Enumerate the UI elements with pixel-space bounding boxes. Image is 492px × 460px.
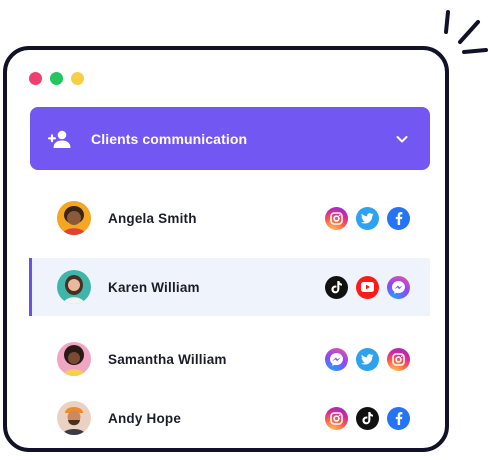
- client-name: Karen William: [108, 279, 200, 295]
- stage: Clients communication Angela Smith Karen…: [0, 0, 492, 460]
- client-name: Angela Smith: [108, 210, 197, 226]
- add-user-icon[interactable]: [48, 129, 72, 149]
- instagram-icon[interactable]: [387, 347, 410, 371]
- social-links: [325, 275, 410, 299]
- close-dot[interactable]: [29, 72, 42, 85]
- chevron-down-icon[interactable]: [394, 131, 410, 147]
- twitter-icon[interactable]: [356, 206, 379, 230]
- client-row-samantha-william[interactable]: Samantha William: [29, 330, 430, 388]
- tiktok-icon[interactable]: [325, 275, 348, 299]
- client-row-andy-hope[interactable]: Andy Hope: [29, 389, 430, 447]
- tiktok-icon[interactable]: [356, 406, 379, 430]
- maximize-dot[interactable]: [71, 72, 84, 85]
- instagram-icon[interactable]: [325, 406, 348, 430]
- clients-dropdown-header[interactable]: Clients communication: [30, 107, 430, 170]
- client-name: Samantha William: [108, 351, 227, 367]
- avatar: [57, 342, 91, 376]
- facebook-icon[interactable]: [387, 206, 410, 230]
- social-links: [325, 206, 410, 230]
- social-links: [325, 347, 410, 371]
- messenger-icon[interactable]: [325, 347, 348, 371]
- youtube-icon[interactable]: [356, 275, 379, 299]
- messenger-icon[interactable]: [387, 275, 410, 299]
- minimize-dot[interactable]: [50, 72, 63, 85]
- client-row-karen-william[interactable]: Karen William: [29, 258, 430, 316]
- client-row-angela-smith[interactable]: Angela Smith: [29, 189, 430, 247]
- social-links: [325, 406, 410, 430]
- app-window: Clients communication Angela Smith Karen…: [3, 46, 449, 452]
- client-name: Andy Hope: [108, 410, 182, 426]
- avatar: [57, 401, 91, 435]
- avatar: [57, 270, 91, 304]
- avatar: [57, 201, 91, 235]
- twitter-icon[interactable]: [356, 347, 379, 371]
- header-title: Clients communication: [91, 130, 248, 147]
- window-controls: [29, 72, 84, 85]
- instagram-icon[interactable]: [325, 206, 348, 230]
- facebook-icon[interactable]: [387, 406, 410, 430]
